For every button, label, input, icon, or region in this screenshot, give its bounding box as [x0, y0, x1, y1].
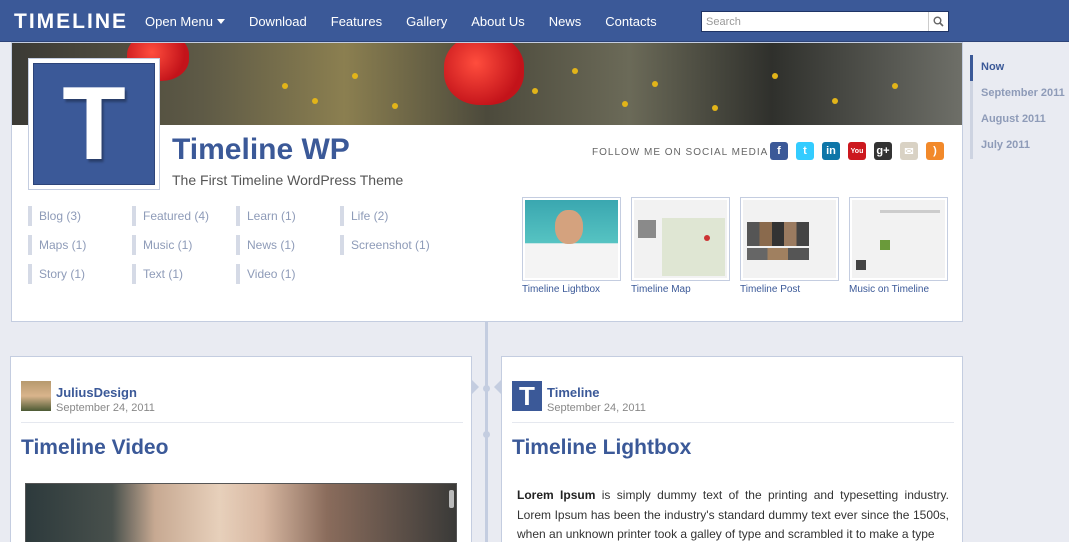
date-now[interactable]: Now: [970, 55, 1069, 81]
date-august-2011[interactable]: August 2011: [970, 107, 1069, 133]
site-logo[interactable]: TIMELINE: [14, 10, 128, 34]
nav-label: Open Menu: [145, 14, 213, 29]
avatar[interactable]: T: [512, 381, 542, 411]
thumbnail-lightbox[interactable]: Timeline Lightbox: [522, 197, 621, 295]
nav-gallery[interactable]: Gallery: [394, 0, 459, 42]
post-arrow: [471, 379, 479, 395]
search-button[interactable]: [928, 12, 948, 31]
linkedin-icon[interactable]: in: [822, 142, 840, 160]
post-body: Lorem Ipsum is simply dummy text of the …: [517, 486, 949, 542]
chevron-down-icon: [216, 19, 225, 24]
post-author[interactable]: Timeline: [547, 385, 600, 400]
thumbnail-image: [740, 197, 839, 281]
thumbnail-image: [849, 197, 948, 281]
date-july-2011[interactable]: July 2011: [970, 133, 1069, 159]
category-list: Blog (3) Featured (4) Learn (1) Life (2)…: [28, 206, 458, 284]
category-story[interactable]: Story (1): [28, 264, 132, 284]
post-date: September 24, 2011: [547, 402, 646, 414]
post-arrow: [494, 379, 502, 395]
timeline-dot: [483, 431, 490, 438]
facebook-icon[interactable]: f: [770, 142, 788, 160]
post-author[interactable]: JuliusDesign: [56, 385, 137, 400]
youtube-icon[interactable]: You: [848, 142, 866, 160]
category-music[interactable]: Music (1): [132, 235, 236, 255]
category-video[interactable]: Video (1): [236, 264, 340, 284]
follow-label: FOLLOW ME ON SOCIAL MEDIA: [592, 147, 769, 158]
thumbnail-post[interactable]: Timeline Post: [740, 197, 839, 295]
category-text[interactable]: Text (1): [132, 264, 236, 284]
search-box: [701, 11, 949, 32]
post-card: JuliusDesign September 24, 2011 Timeline…: [10, 356, 479, 542]
category-maps[interactable]: Maps (1): [28, 235, 132, 255]
thumbnail-map[interactable]: Timeline Map: [631, 197, 730, 295]
timeline-date-nav: Now September 2011 August 2011 July 2011: [970, 55, 1069, 159]
avatar[interactable]: [21, 381, 51, 411]
post-body-bold: Lorem Ipsum: [517, 488, 596, 502]
thumbnail-caption: Timeline Lightbox: [522, 284, 601, 295]
category-featured[interactable]: Featured (4): [132, 206, 236, 226]
rss-icon[interactable]: ): [926, 142, 944, 160]
site-subtitle: The First Timeline WordPress Theme: [172, 172, 404, 188]
nav-contacts[interactable]: Contacts: [593, 0, 668, 42]
category-screenshot[interactable]: Screenshot (1): [340, 235, 444, 255]
nav-news[interactable]: News: [537, 0, 594, 42]
thumbnail-music[interactable]: Music on Timeline: [849, 197, 948, 295]
post-card: T Timeline September 24, 2011 Timeline L…: [494, 356, 963, 542]
thumbnail-caption: Music on Timeline: [849, 284, 930, 295]
profile-header-card: T Timeline WP The First Timeline WordPre…: [11, 42, 963, 322]
category-learn[interactable]: Learn (1): [236, 206, 340, 226]
date-september-2011[interactable]: September 2011: [970, 81, 1069, 107]
nav-download[interactable]: Download: [237, 0, 319, 42]
post-date: September 24, 2011: [56, 402, 155, 414]
search-icon: [933, 16, 944, 27]
video-player[interactable]: [25, 483, 457, 542]
thumbnail-caption: Timeline Post: [740, 284, 801, 295]
avatar-letter: T: [33, 63, 155, 185]
nav-open-menu[interactable]: Open Menu: [133, 0, 237, 42]
thumbnail-image: [522, 197, 621, 281]
category-news[interactable]: News (1): [236, 235, 340, 255]
divider: [512, 422, 954, 423]
thumbnail-image: [631, 197, 730, 281]
nav-features[interactable]: Features: [319, 0, 394, 42]
top-navbar: TIMELINE Open Menu Download Features Gal…: [0, 0, 1069, 42]
category-blog[interactable]: Blog (3): [28, 206, 132, 226]
main-nav: Open Menu Download Features Gallery Abou…: [133, 0, 669, 42]
category-life[interactable]: Life (2): [340, 206, 444, 226]
post-title[interactable]: Timeline Video: [21, 436, 168, 460]
thumbnail-caption: Timeline Map: [631, 284, 691, 295]
timeline-dot: [483, 385, 490, 392]
email-icon[interactable]: ✉: [900, 142, 918, 160]
google-plus-icon[interactable]: g+: [874, 142, 892, 160]
divider: [21, 422, 463, 423]
post-title[interactable]: Timeline Lightbox: [512, 436, 691, 460]
social-links: f t in You g+ ✉): [770, 142, 944, 160]
featured-thumbnails: Timeline Lightbox Timeline Map Timeline …: [522, 197, 948, 295]
nav-about-us[interactable]: About Us: [459, 0, 536, 42]
profile-avatar[interactable]: T: [28, 58, 160, 190]
site-title[interactable]: Timeline WP: [172, 133, 350, 167]
twitter-icon[interactable]: t: [796, 142, 814, 160]
search-input[interactable]: [702, 12, 928, 31]
